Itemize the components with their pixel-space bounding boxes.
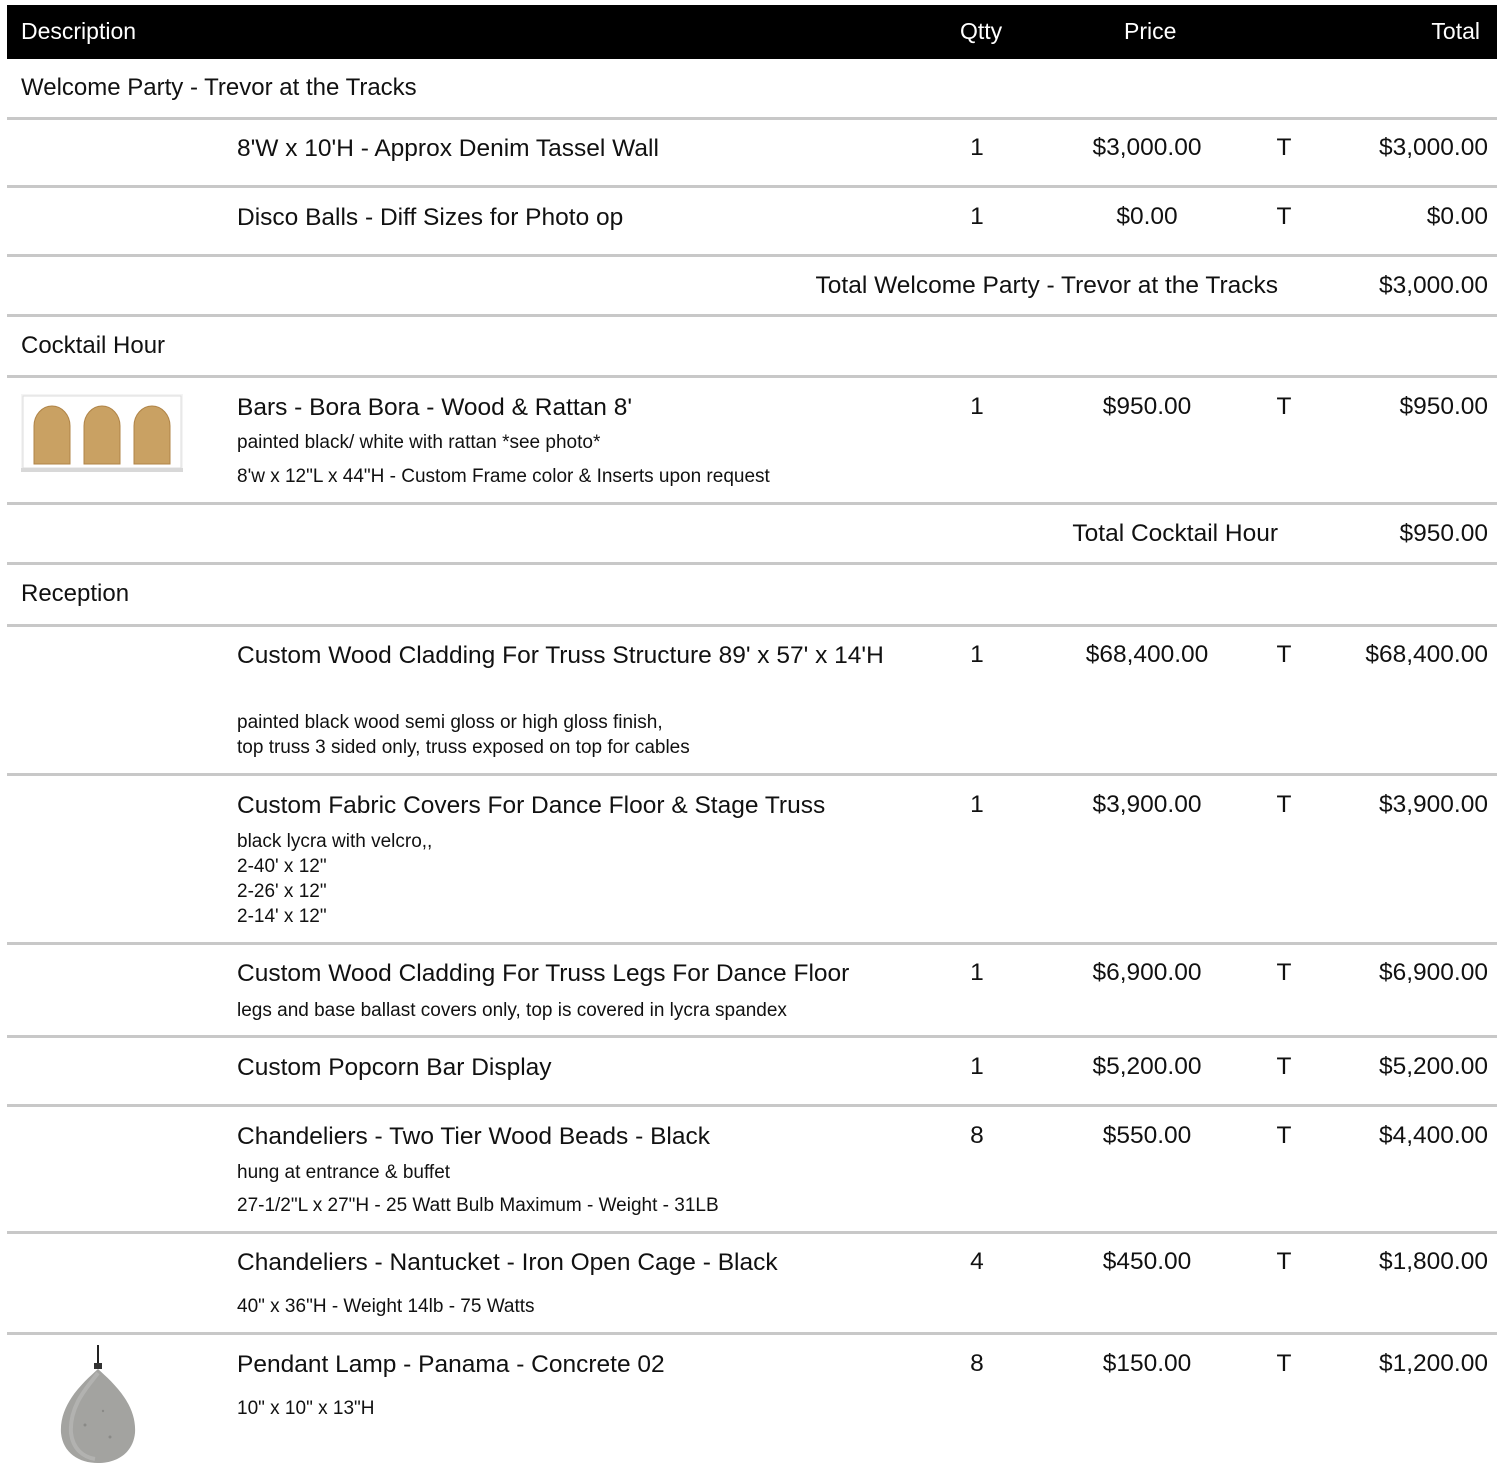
item-title: 8'W x 10'H - Approx Denim Tassel Wall — [237, 135, 659, 162]
item-total: $950.00 — [1399, 393, 1488, 420]
divider — [7, 1332, 1497, 1335]
item-price: $68,400.00 — [1085, 641, 1209, 668]
divider — [7, 314, 1497, 317]
item-total: $5,200.00 — [1379, 1053, 1488, 1080]
item-tax-flag: T — [1276, 134, 1292, 161]
item-tax-flag: T — [1276, 1122, 1292, 1149]
divider — [7, 942, 1497, 945]
item-desc-line: 2-26' x 12" — [237, 881, 327, 902]
divider — [7, 624, 1497, 627]
item-title: Custom Wood Cladding For Truss Structure… — [237, 642, 884, 669]
item-price: $0.00 — [1116, 203, 1178, 230]
item-title: Pendant Lamp - Panama - Concrete 02 — [237, 1351, 665, 1378]
item-desc-line: 8'w x 12"L x 44"H - Custom Frame color &… — [237, 466, 770, 487]
section-subtotal-label: Total Welcome Party - Trevor at the Trac… — [815, 272, 1278, 299]
item-total: $0.00 — [1426, 203, 1488, 230]
item-qty: 8 — [970, 1122, 984, 1149]
item-desc-line: legs and base ballast covers only, top i… — [237, 1000, 787, 1021]
item-tax-flag: T — [1276, 203, 1292, 230]
divider — [7, 185, 1497, 188]
item-title: Custom Wood Cladding For Truss Legs For … — [237, 960, 850, 987]
item-tax-flag: T — [1276, 1350, 1292, 1377]
item-price: $450.00 — [1102, 1248, 1192, 1275]
item-qty: 1 — [970, 134, 984, 161]
divider — [7, 502, 1497, 505]
divider — [7, 562, 1497, 565]
header-description: Description — [21, 18, 137, 44]
section-title: Welcome Party - Trevor at the Tracks — [21, 74, 417, 101]
item-desc-line: top truss 3 sided only, truss exposed on… — [237, 737, 690, 758]
item-tax-flag: T — [1276, 641, 1292, 668]
section-subtotal-label: Total Cocktail Hour — [1072, 520, 1278, 547]
item-qty: 1 — [970, 641, 984, 668]
item-tax-flag: T — [1276, 1053, 1292, 1080]
item-title: Bars - Bora Bora - Wood & Rattan 8' — [237, 394, 633, 421]
item-qty: 4 — [970, 1248, 984, 1275]
item-desc-line: 10" x 10" x 13"H — [237, 1398, 375, 1419]
header-price: Price — [1124, 18, 1177, 44]
item-qty: 8 — [970, 1350, 984, 1377]
item-tax-flag: T — [1276, 959, 1292, 986]
item-title: Custom Popcorn Bar Display — [237, 1054, 552, 1081]
item-price: $550.00 — [1102, 1122, 1192, 1149]
item-total: $3,000.00 — [1379, 134, 1488, 161]
item-desc-line: hung at entrance & buffet — [237, 1162, 451, 1183]
divider — [7, 1231, 1497, 1234]
item-desc-line: 2-14' x 12" — [237, 906, 327, 927]
item-tax-flag: T — [1276, 791, 1292, 818]
item-desc-line: 40" x 36"H - Weight 14lb - 75 Watts — [237, 1296, 535, 1317]
item-title: Chandeliers - Nantucket - Iron Open Cage… — [237, 1249, 778, 1276]
header-total: Total — [1431, 18, 1480, 44]
item-title: Chandeliers - Two Tier Wood Beads - Blac… — [237, 1123, 710, 1150]
item-price: $950.00 — [1102, 393, 1192, 420]
item-title: Disco Balls - Diff Sizes for Photo op — [237, 204, 624, 231]
item-title: Custom Fabric Covers For Dance Floor & S… — [237, 792, 826, 819]
divider — [7, 254, 1497, 257]
item-total: $6,900.00 — [1379, 959, 1488, 986]
section-title: Cocktail Hour — [21, 332, 166, 359]
item-price: $3,000.00 — [1092, 134, 1202, 161]
item-total: $68,400.00 — [1365, 641, 1488, 668]
item-total: $1,200.00 — [1379, 1350, 1488, 1377]
section-subtotal-value: $3,000.00 — [1379, 272, 1488, 299]
divider — [7, 773, 1497, 776]
item-desc-line: 2-40' x 12" — [237, 856, 327, 877]
item-qty: 1 — [970, 791, 984, 818]
item-qty: 1 — [970, 1053, 984, 1080]
item-desc-line: painted black/ white with rattan *see ph… — [237, 432, 601, 453]
section-subtotal-value: $950.00 — [1399, 520, 1488, 547]
section-title: Reception — [21, 580, 130, 607]
item-desc-line: 27-1/2"L x 27"H - 25 Watt Bulb Maximum -… — [237, 1195, 719, 1216]
item-qty: 1 — [970, 203, 984, 230]
item-price: $5,200.00 — [1092, 1053, 1202, 1080]
rattan-bar-photo — [21, 394, 183, 472]
item-desc-line: black lycra with velcro,, — [237, 831, 433, 852]
divider — [7, 1035, 1497, 1038]
pendant-lamp-photo — [60, 1345, 136, 1463]
item-total: $1,800.00 — [1379, 1248, 1488, 1275]
item-total: $3,900.00 — [1379, 791, 1488, 818]
item-price: $6,900.00 — [1092, 959, 1202, 986]
item-tax-flag: T — [1276, 393, 1292, 420]
item-tax-flag: T — [1276, 1248, 1292, 1275]
item-desc-line: painted black wood semi gloss or high gl… — [237, 712, 663, 733]
item-qty: 1 — [970, 393, 984, 420]
table-header: Description Qtty Price Total — [7, 5, 1497, 59]
header-qty: Qtty — [960, 18, 1003, 44]
divider — [7, 117, 1497, 120]
item-price: $150.00 — [1102, 1350, 1192, 1377]
item-price: $3,900.00 — [1092, 791, 1202, 818]
divider — [7, 375, 1497, 378]
divider — [7, 1104, 1497, 1107]
item-qty: 1 — [970, 959, 984, 986]
item-total: $4,400.00 — [1379, 1122, 1488, 1149]
